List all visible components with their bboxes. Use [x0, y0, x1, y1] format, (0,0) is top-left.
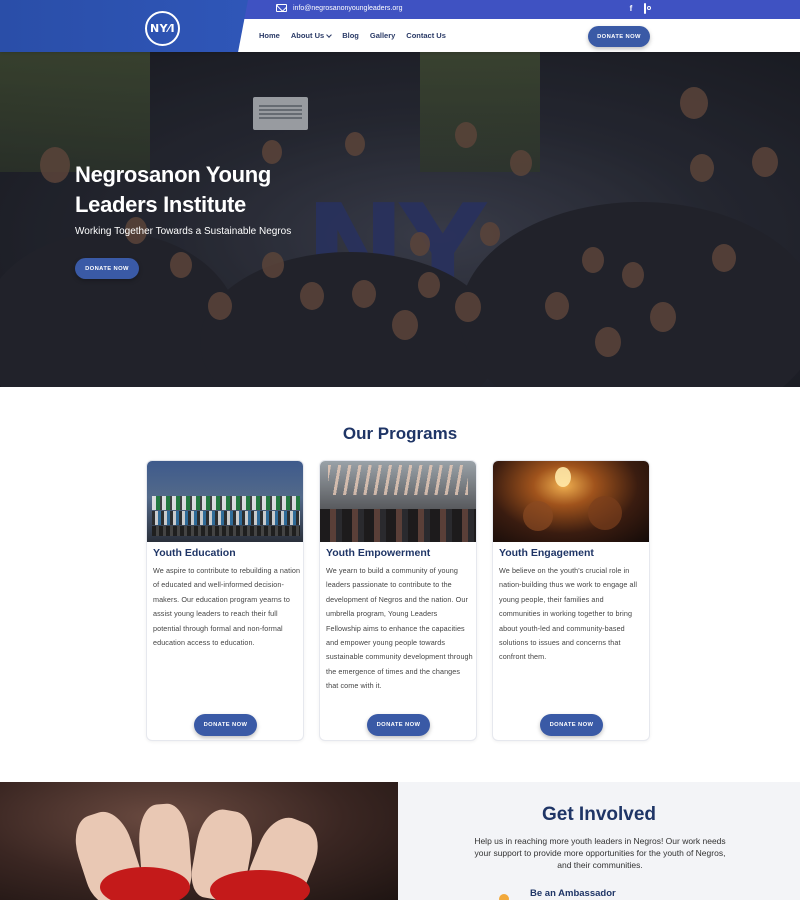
- programs-title: Our Programs: [342, 424, 458, 443]
- program-text-empowerment: We yearn to build a community of young l…: [326, 566, 473, 691]
- program-card-education: Youth Education We aspire to contribute …: [146, 460, 304, 741]
- program-card-empowerment: Youth Empowerment We yearn to build a co…: [319, 460, 477, 741]
- hero-donate-button[interactable]: DONATE NOW: [75, 258, 139, 279]
- nav-about-us-label: About Us: [290, 31, 325, 40]
- program-text-engagement: We believe on the youth's crucial role i…: [499, 566, 638, 662]
- ambassador-icon: [499, 894, 509, 900]
- get-involved-photo: [0, 782, 398, 900]
- site-logo[interactable]: NY⁄I: [145, 11, 180, 46]
- header-email[interactable]: info@negrosanonyoungleaders.org: [276, 4, 402, 12]
- logo-block: NY⁄I: [0, 0, 248, 52]
- program-image-empowerment: [320, 461, 476, 542]
- program-donate-button-empowerment[interactable]: DONATE NOW: [367, 714, 430, 736]
- hero-section: NY Negrosanon Young Leaders Institute Wo…: [0, 52, 800, 387]
- header-email-text: info@negrosanonyoungleaders.org: [293, 4, 403, 12]
- hero-title: Negrosanon Young Leaders Institute: [75, 162, 272, 217]
- program-title-empowerment: Youth Empowerment: [326, 547, 431, 559]
- chevron-down-icon: [326, 31, 333, 38]
- nav-home[interactable]: Home: [259, 31, 280, 40]
- program-title-engagement: Youth Engagement: [499, 547, 594, 559]
- get-involved-text: Help us in reaching more youth leaders i…: [474, 836, 726, 870]
- program-image-education: [147, 461, 303, 542]
- ambassador-title[interactable]: Be an Ambassador: [530, 888, 616, 899]
- program-card-engagement: Youth Engagement We believe on the youth…: [492, 460, 650, 741]
- nav-links: Home About Us Blog Gallery Contact Us: [259, 31, 446, 40]
- program-title-education: Youth Education: [153, 547, 236, 559]
- program-donate-button-engagement[interactable]: DONATE NOW: [540, 714, 603, 736]
- program-image-engagement: [493, 461, 649, 542]
- nav-blog[interactable]: Blog: [342, 31, 359, 40]
- program-donate-button-education[interactable]: DONATE NOW: [194, 714, 257, 736]
- program-text-education: We aspire to contribute to rebuilding a …: [153, 566, 301, 648]
- nav-about-us[interactable]: About Us: [290, 31, 333, 40]
- mail-icon: [276, 4, 287, 12]
- get-involved-title: Get Involved: [541, 804, 657, 825]
- nav-contact-us[interactable]: Contact Us: [406, 31, 446, 40]
- nav-gallery[interactable]: Gallery: [370, 31, 395, 40]
- instagram-icon[interactable]: [640, 3, 650, 14]
- hero-subtitle: Working Together Towards a Sustainable N…: [75, 226, 292, 237]
- logo-text: NY⁄I: [149, 22, 176, 35]
- header-donate-button[interactable]: DONATE NOW: [588, 26, 650, 47]
- facebook-icon[interactable]: f: [626, 4, 636, 14]
